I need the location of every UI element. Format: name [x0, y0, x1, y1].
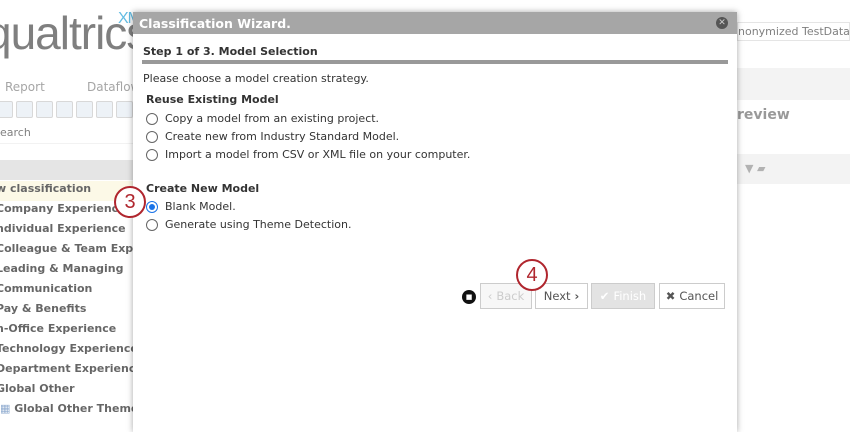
- radio-selected[interactable]: [146, 200, 158, 213]
- toolbar-icon[interactable]: [56, 101, 73, 118]
- tree-item[interactable]: Colleague & Team Experie: [0, 241, 157, 261]
- project-selector[interactable]: nonymized TestData: [737, 22, 850, 41]
- tree-item[interactable]: Pay & Benefits: [0, 301, 133, 321]
- toolbar-icon[interactable]: [36, 101, 53, 118]
- tree-item[interactable]: ▦ Global Other Themes: [0, 401, 145, 421]
- qualtrics-logo: qualtrics XM: [0, 7, 149, 59]
- folder-icon[interactable]: ▰: [757, 162, 765, 175]
- tree-item[interactable]: n-Office Experience: [0, 321, 133, 341]
- tree-item[interactable]: Communication: [0, 281, 133, 301]
- option-industry-model[interactable]: Create new from Industry Standard Model.: [146, 130, 399, 143]
- tree-item[interactable]: Global Other: [0, 381, 133, 401]
- callout-step-3: 3: [114, 186, 146, 218]
- dialog-title: Classification Wizard.: [133, 12, 737, 34]
- step-progress-bar: [142, 60, 728, 64]
- toolbar-icon[interactable]: [96, 101, 113, 118]
- tree-item[interactable]: ndividual Experience: [0, 221, 133, 241]
- tree-item[interactable]: w classification: [0, 181, 133, 201]
- option-label: Generate using Theme Detection.: [165, 218, 352, 231]
- classification-wizard-dialog: Classification Wizard. ✕ Step 1 of 3. Mo…: [133, 12, 737, 432]
- panel-title: review: [737, 107, 790, 123]
- chevron-right-icon: ›: [574, 289, 580, 303]
- close-icon[interactable]: ✕: [716, 17, 728, 29]
- radio[interactable]: [146, 148, 158, 161]
- radio[interactable]: [146, 218, 158, 231]
- tree-item[interactable]: Department Experience: [0, 361, 143, 381]
- callout-step-4: 4: [516, 259, 548, 291]
- finish-button[interactable]: ✔ Finish: [591, 283, 655, 309]
- option-label: Import a model from CSV or XML file on y…: [165, 148, 471, 161]
- option-label: Copy a model from an existing project.: [165, 112, 380, 125]
- intro-text: Please choose a model creation strategy.: [143, 72, 369, 85]
- cancel-button[interactable]: ✖ Cancel: [659, 283, 725, 309]
- tree-item[interactable]: Company Experience: [0, 201, 133, 221]
- filter-icon[interactable]: ▼: [745, 162, 753, 175]
- next-button[interactable]: Next ›: [535, 283, 588, 309]
- option-blank-model[interactable]: Blank Model.: [146, 200, 236, 213]
- tab-report[interactable]: Report: [5, 80, 45, 94]
- toolbar-icon[interactable]: [76, 101, 93, 118]
- step-title: Step 1 of 3. Model Selection: [143, 45, 318, 58]
- panel-toolbar: ▼ ▰: [737, 154, 850, 184]
- right-band: [737, 68, 850, 100]
- reuse-heading: Reuse Existing Model: [146, 93, 279, 106]
- toolbar-icon[interactable]: [116, 101, 133, 118]
- check-icon: ✔: [599, 289, 610, 303]
- toolbar-icon[interactable]: [0, 101, 13, 118]
- cancel-label: Cancel: [679, 289, 719, 303]
- option-label: Blank Model.: [165, 200, 236, 213]
- create-heading: Create New Model: [146, 182, 260, 195]
- tree-header: [0, 160, 133, 180]
- grid-icon: ▦: [0, 402, 15, 415]
- tree-item[interactable]: Technology Experience: [0, 341, 138, 361]
- option-import-model[interactable]: Import a model from CSV or XML file on y…: [146, 148, 470, 161]
- tree-item-label: Global Other Themes: [14, 402, 145, 415]
- x-icon: ✖: [665, 289, 676, 303]
- toolbar-icon[interactable]: [16, 101, 33, 118]
- radio[interactable]: [146, 112, 158, 125]
- chevron-left-icon: ‹: [487, 289, 493, 303]
- category-tree: w classification Company Experience ndiv…: [0, 181, 157, 421]
- next-label: Next: [543, 289, 571, 303]
- toolbar: [0, 101, 133, 118]
- option-theme-detection[interactable]: Generate using Theme Detection.: [146, 218, 351, 231]
- radio[interactable]: [146, 130, 158, 143]
- video-camera-icon[interactable]: ■: [462, 290, 476, 304]
- option-label: Create new from Industry Standard Model.: [165, 130, 400, 143]
- search-label[interactable]: earch: [0, 126, 133, 144]
- option-copy-model[interactable]: Copy a model from an existing project.: [146, 112, 379, 125]
- finish-label: Finish: [613, 289, 647, 303]
- tree-item[interactable]: Leading & Managing: [0, 261, 133, 281]
- back-label: Back: [496, 289, 525, 303]
